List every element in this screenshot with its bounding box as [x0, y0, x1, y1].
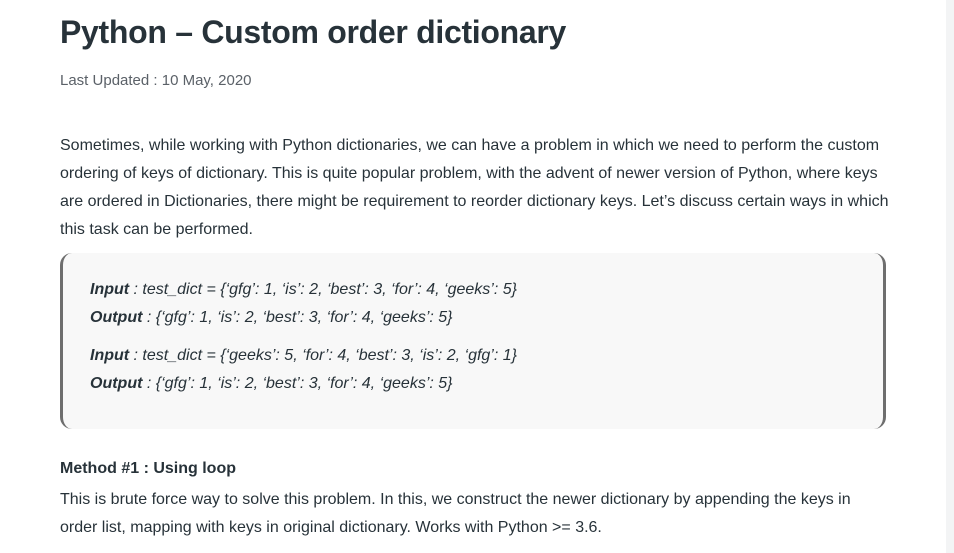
example-1-output: Output : {‘gfg’: 1, ‘is’: 2, ‘best’: 3, …: [90, 309, 453, 327]
last-updated: Last Updated : 10 May, 2020: [60, 72, 252, 89]
page-scroll-strip: [946, 0, 954, 553]
intro-paragraph: Sometimes, while working with Python dic…: [60, 137, 889, 238]
input-label: Input: [90, 347, 130, 364]
output-value: : {‘gfg’: 1, ‘is’: 2, ‘best’: 3, ‘for’: …: [142, 309, 453, 326]
method-heading: Method #1 : Using loop: [60, 460, 236, 477]
output-label: Output: [90, 375, 143, 392]
input-value: : test_dict = {‘geeks’: 5, ‘for’: 4, ‘be…: [129, 347, 517, 364]
example-1-input: Input : test_dict = {‘gfg’: 1, ‘is’: 2, …: [90, 281, 517, 299]
input-value: : test_dict = {‘gfg’: 1, ‘is’: 2, ‘best’…: [129, 281, 517, 298]
example-2-input: Input : test_dict = {‘geeks’: 5, ‘for’: …: [90, 347, 517, 365]
example-box: Input : test_dict = {‘gfg’: 1, ‘is’: 2, …: [60, 253, 886, 429]
input-label: Input: [90, 281, 130, 298]
method-paragraph: This is brute force way to solve this pr…: [60, 491, 851, 536]
example-2-output: Output : {‘gfg’: 1, ‘is’: 2, ‘best’: 3, …: [90, 375, 453, 393]
output-value: : {‘gfg’: 1, ‘is’: 2, ‘best’: 3, ‘for’: …: [142, 375, 453, 392]
output-label: Output: [90, 309, 143, 326]
article-title: Python – Custom order dictionary: [60, 14, 567, 50]
